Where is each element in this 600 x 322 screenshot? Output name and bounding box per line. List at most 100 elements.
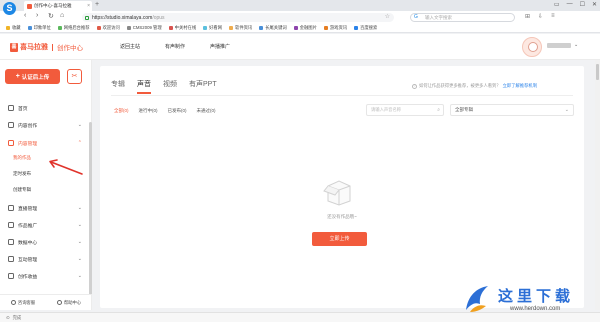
window-controls: ▭ — ☐ ✕: [554, 1, 597, 8]
reload-icon[interactable]: ↻: [48, 12, 54, 20]
tools-button[interactable]: ✂: [67, 69, 82, 84]
bookmark-item[interactable]: 金融图片: [293, 25, 317, 31]
avatar[interactable]: [522, 37, 542, 57]
back-icon[interactable]: ‹: [24, 12, 26, 19]
sidebar-item-content-creation[interactable]: 内容创作 ⌄: [0, 120, 88, 130]
window-close-icon[interactable]: ✕: [592, 1, 597, 8]
notice-link[interactable]: 立即了解推荐机制: [503, 83, 537, 89]
downloads-icon[interactable]: ⇩: [538, 13, 543, 20]
bookmark-favicon-icon: [6, 25, 10, 30]
tab-videos[interactable]: 视频: [163, 79, 177, 89]
annotation-arrow-icon: [49, 159, 83, 175]
status-icon: ⊙: [6, 314, 10, 320]
forward-icon[interactable]: ›: [36, 12, 38, 19]
bookmark-item[interactable]: 网络后台推荐: [57, 25, 90, 31]
address-bar[interactable]: https://studio.ximalaya.com/opus ☆: [82, 13, 394, 22]
bookmark-item[interactable]: 长尾关键词: [259, 25, 287, 31]
sidebar-item-promotion[interactable]: 作品推广 ⌄: [0, 220, 88, 230]
chevron-down-icon: ⌄: [77, 256, 82, 262]
bookmark-item[interactable]: 好看网: [203, 25, 222, 31]
support-link[interactable]: 咨询客服: [10, 300, 35, 306]
sound-search-placeholder: 请输入声音名称: [371, 107, 402, 112]
bookmark-item[interactable]: 游戏资讯: [323, 25, 347, 31]
nav-audio-production[interactable]: 有声制作: [165, 43, 185, 50]
tab-close-icon[interactable]: ×: [87, 3, 90, 9]
bookmark-item[interactable]: 欢迎访问: [96, 25, 120, 31]
bookmark-favicon-icon: [96, 25, 101, 30]
brand-logo[interactable]: 喜 喜马拉雅 创作中心: [10, 42, 83, 52]
filter-in-progress[interactable]: 进行中(0): [139, 108, 158, 114]
nav-promotion[interactable]: 声播推广: [210, 43, 230, 50]
plus-icon: +: [15, 73, 20, 80]
album-select-value: 全部专辑: [455, 107, 473, 112]
sidebar-item-label: 内容创作: [18, 123, 38, 129]
page-scrollbar[interactable]: [595, 60, 600, 310]
search-engine-icon: G: [414, 14, 418, 20]
sidebar-subitem-my-works[interactable]: 我的作品: [13, 155, 31, 161]
bookmark-item[interactable]: 收藏: [6, 25, 21, 31]
menu-icon[interactable]: ≡: [551, 13, 555, 20]
bookmark-label: 软件资讯: [235, 24, 253, 30]
sidebar-scrollbar[interactable]: [89, 122, 92, 295]
filter-all[interactable]: 全部(0): [114, 108, 129, 114]
bookmark-item[interactable]: 百度搜索: [354, 25, 377, 31]
home-icon[interactable]: ⌂: [60, 12, 64, 19]
filter-rejected[interactable]: 未通过(0): [197, 108, 216, 114]
sidebar-item-label: 作品推广: [18, 223, 38, 229]
search-icon[interactable]: ⌕: [437, 105, 440, 115]
tab-favicon-icon: [27, 3, 32, 9]
user-name-placeholder[interactable]: [547, 43, 571, 48]
tab-albums[interactable]: 专辑: [111, 79, 125, 89]
folder-icon: [8, 140, 14, 146]
bookmark-star-icon[interactable]: ☆: [385, 13, 390, 20]
status-text: 完成: [12, 314, 22, 320]
album-select[interactable]: 全部专辑 ⌄: [450, 104, 574, 116]
bookmark-favicon-icon: [259, 25, 264, 30]
sidebar-item-live[interactable]: 直播管理 ⌄: [0, 203, 88, 213]
sidebar-item-label: 直播管理: [18, 206, 38, 212]
bookmark-item[interactable]: 软件资讯: [229, 25, 252, 31]
tab-sounds[interactable]: 声音: [137, 79, 151, 94]
address-url: https://studio.ximalaya.com/opus: [92, 14, 165, 21]
sidebar-item-home[interactable]: 首页: [0, 103, 88, 113]
new-tab-button[interactable]: +: [95, 1, 99, 8]
chevron-down-icon: ⌄: [77, 239, 82, 245]
chevron-down-icon[interactable]: ⌄: [574, 42, 578, 48]
empty-state-text: 还没有作品哦~: [327, 214, 357, 219]
bookmark-item[interactable]: 中关村在线: [168, 25, 196, 31]
bookmark-label: 收藏: [12, 24, 21, 30]
sidebar-item-earnings[interactable]: 创作收益 ⌄: [0, 271, 88, 281]
page-scrollbar-thumb[interactable]: [596, 64, 599, 80]
bookmark-item[interactable]: 印象单位: [27, 24, 51, 31]
filter-published[interactable]: 已发布(0): [168, 108, 187, 114]
nav-back-to-main[interactable]: 返回主站: [120, 43, 140, 50]
browser-search-input[interactable]: G 输入文字搜索: [410, 13, 515, 22]
watermark-title: 这里下载: [498, 287, 575, 305]
chevron-down-icon: ⌄: [77, 273, 82, 279]
chevron-down-icon: ⌄: [564, 107, 569, 113]
window-skin-icon[interactable]: ▭: [554, 1, 560, 8]
bookmark-item[interactable]: CMS2009 管理: [126, 25, 162, 31]
support-icon: [10, 300, 16, 305]
sidebar-item-data[interactable]: 数据中心 ⌄: [0, 237, 88, 247]
site-header: 喜 喜马拉雅 创作中心 返回主站 有声制作 声播推广 ⌄: [0, 34, 600, 60]
message-icon: [8, 256, 14, 262]
sidebar-item-content-management[interactable]: 内容管理 ⌃: [0, 138, 88, 148]
upload-now-button[interactable]: 立即上传: [312, 232, 367, 246]
bookmark-favicon-icon: [203, 25, 208, 30]
sidebar-subitem-scheduled[interactable]: 定时发布: [13, 171, 31, 177]
tab-audio-ppt[interactable]: 有声PPT: [189, 79, 217, 89]
extensions-icon[interactable]: ⊞: [525, 13, 530, 20]
sidebar-item-label: 内容管理: [18, 141, 38, 147]
help-link[interactable]: 帮助中心: [56, 300, 81, 306]
sound-search-input[interactable]: 请输入声音名称 ⌕: [366, 104, 444, 116]
window-maximize-icon[interactable]: ☐: [580, 1, 585, 8]
upload-button[interactable]: + 认证后上传: [5, 69, 60, 84]
bookmark-label: 印象单位: [33, 24, 51, 30]
sidebar-item-label: 创作收益: [18, 274, 38, 280]
window-minimize-icon[interactable]: —: [567, 1, 573, 8]
watermark: 这里下载 www.herdown.com: [462, 282, 596, 320]
sidebar-subitem-create-album[interactable]: 创建专辑: [13, 187, 31, 193]
sidebar-item-interaction[interactable]: 互动管理 ⌄: [0, 254, 88, 264]
browser-tab[interactable]: 创作中心-喜马拉雅 ×: [24, 1, 92, 11]
